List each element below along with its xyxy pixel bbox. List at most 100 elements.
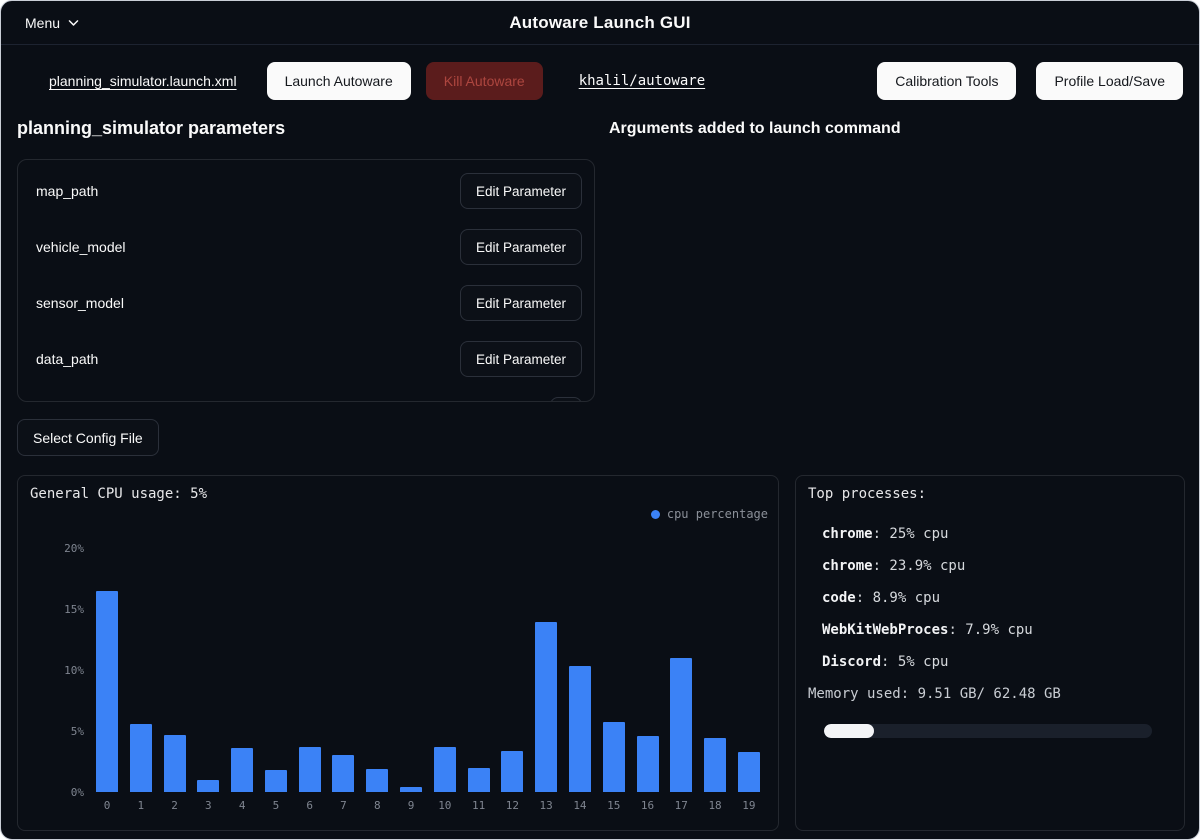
parameter-label: map_path bbox=[36, 183, 98, 199]
cpu-bar-column: 0 bbox=[96, 548, 118, 792]
x-axis-tick-label: 10 bbox=[438, 799, 451, 812]
cpu-bar-column: 17 bbox=[670, 548, 692, 792]
y-axis-tick-label: 5% bbox=[71, 725, 84, 738]
select-config-file-button[interactable]: Select Config File bbox=[17, 419, 159, 456]
kill-autoware-button[interactable]: Kill Autoware bbox=[426, 62, 543, 100]
cpu-bar-column: 11 bbox=[468, 548, 490, 792]
cpu-bar bbox=[468, 768, 490, 792]
cpu-bar-column: 5 bbox=[265, 548, 287, 792]
cpu-bar bbox=[96, 591, 118, 792]
edit-parameter-button[interactable] bbox=[550, 397, 582, 402]
cpu-bar bbox=[704, 738, 726, 792]
x-axis-tick-label: 8 bbox=[374, 799, 381, 812]
process-detail: : 5% cpu bbox=[881, 654, 948, 670]
x-axis-tick-label: 4 bbox=[239, 799, 246, 812]
y-axis-tick-label: 0% bbox=[71, 786, 84, 799]
repo-link[interactable]: khalil/autoware bbox=[579, 73, 705, 89]
parameter-label: data_path bbox=[36, 351, 98, 367]
x-axis-tick-label: 19 bbox=[742, 799, 755, 812]
cpu-usage-card: General CPU usage: 5% cpu percentage 012… bbox=[17, 475, 779, 831]
cpu-bar bbox=[400, 787, 422, 792]
cpu-bar-column: 14 bbox=[569, 548, 591, 792]
cpu-chart-plot: 012345678910111213141516171819 0%5%10%15… bbox=[96, 548, 760, 792]
edit-parameter-button[interactable]: Edit Parameter bbox=[460, 341, 582, 377]
cpu-bar-column: 1 bbox=[130, 548, 152, 792]
process-item: WebKitWebProces: 7.9% cpu bbox=[822, 614, 1172, 646]
arguments-section-title: Arguments added to launch command bbox=[609, 120, 901, 138]
process-detail: : 7.9% cpu bbox=[948, 622, 1032, 638]
profile-load-save-button[interactable]: Profile Load/Save bbox=[1036, 62, 1183, 100]
process-name: WebKitWebProces bbox=[822, 622, 948, 638]
cpu-bar-column: 13 bbox=[535, 548, 557, 792]
cpu-bar-column: 7 bbox=[332, 548, 354, 792]
cpu-bar bbox=[738, 752, 760, 792]
x-axis-tick-label: 5 bbox=[273, 799, 280, 812]
menu-button-label: Menu bbox=[25, 15, 60, 31]
parameters-section-title: planning_simulator parameters bbox=[17, 118, 285, 139]
x-axis-tick-label: 16 bbox=[641, 799, 654, 812]
process-item: chrome: 23.9% cpu bbox=[822, 550, 1172, 582]
header: Autoware Launch GUI Menu bbox=[1, 1, 1199, 45]
cpu-bars: 012345678910111213141516171819 bbox=[96, 548, 760, 792]
edit-parameter-button[interactable]: Edit Parameter bbox=[460, 173, 582, 209]
parameter-row: data_path Edit Parameter bbox=[18, 331, 594, 387]
x-axis-tick-label: 14 bbox=[573, 799, 586, 812]
x-axis-tick-label: 0 bbox=[104, 799, 111, 812]
process-detail: : 23.9% cpu bbox=[873, 558, 966, 574]
cpu-bar bbox=[197, 780, 219, 792]
edit-parameter-button[interactable]: Edit Parameter bbox=[460, 229, 582, 265]
memory-progress-fill bbox=[824, 724, 874, 738]
x-axis-tick-label: 11 bbox=[472, 799, 485, 812]
legend-dot-icon bbox=[651, 510, 660, 519]
chevron-down-icon bbox=[67, 16, 80, 29]
process-item: Discord: 5% cpu bbox=[822, 646, 1172, 678]
parameter-label: vehicle_model bbox=[36, 239, 126, 255]
cpu-bar bbox=[535, 622, 557, 792]
top-processes-card: Top processes: chrome: 25% cpu chrome: 2… bbox=[795, 475, 1185, 831]
menu-button[interactable]: Menu bbox=[25, 15, 80, 31]
cpu-bar-column: 18 bbox=[704, 548, 726, 792]
top-processes-title: Top processes: bbox=[808, 486, 926, 502]
cpu-bar bbox=[501, 751, 523, 792]
edit-parameter-button[interactable]: Edit Parameter bbox=[460, 285, 582, 321]
x-axis-tick-label: 12 bbox=[506, 799, 519, 812]
cpu-bar-column: 9 bbox=[400, 548, 422, 792]
x-axis-tick-label: 6 bbox=[306, 799, 313, 812]
app-title: Autoware Launch GUI bbox=[1, 13, 1199, 33]
legend-label: cpu percentage bbox=[667, 507, 768, 521]
cpu-bar-column: 8 bbox=[366, 548, 388, 792]
x-axis-tick-label: 7 bbox=[340, 799, 347, 812]
cpu-bar bbox=[670, 658, 692, 792]
process-list: chrome: 25% cpu chrome: 23.9% cpu code : … bbox=[822, 518, 1172, 678]
process-detail: : 25% cpu bbox=[873, 526, 949, 542]
cpu-bar-column: 19 bbox=[738, 548, 760, 792]
cpu-bar bbox=[231, 748, 253, 792]
app-window: Autoware Launch GUI Menu planning_simula… bbox=[0, 0, 1200, 840]
cpu-bar bbox=[637, 736, 659, 792]
cpu-bar bbox=[366, 769, 388, 792]
process-name: chrome bbox=[822, 558, 873, 574]
cpu-bar-column: 16 bbox=[637, 548, 659, 792]
process-name: Discord bbox=[822, 654, 881, 670]
toolbar: planning_simulator.launch.xml Launch Aut… bbox=[1, 62, 1199, 100]
launch-autoware-button[interactable]: Launch Autoware bbox=[267, 62, 411, 100]
cpu-bar-column: 2 bbox=[164, 548, 186, 792]
process-name: code bbox=[822, 590, 856, 606]
cpu-bar-column: 12 bbox=[501, 548, 523, 792]
calibration-tools-button[interactable]: Calibration Tools bbox=[877, 62, 1016, 100]
x-axis-tick-label: 9 bbox=[408, 799, 415, 812]
y-axis-tick-label: 20% bbox=[64, 542, 84, 555]
x-axis-tick-label: 13 bbox=[540, 799, 553, 812]
cpu-bar bbox=[130, 724, 152, 792]
y-axis-tick-label: 15% bbox=[64, 603, 84, 616]
parameter-label: sensor_model bbox=[36, 295, 124, 311]
launch-file-link[interactable]: planning_simulator.launch.xml bbox=[49, 73, 237, 89]
x-axis-tick-label: 3 bbox=[205, 799, 212, 812]
cpu-bar-column: 3 bbox=[197, 548, 219, 792]
parameter-row: sensor_model Edit Parameter bbox=[18, 275, 594, 331]
process-name: chrome bbox=[822, 526, 873, 542]
cpu-bar bbox=[332, 755, 354, 792]
cpu-bar bbox=[603, 722, 625, 792]
memory-used-label: Memory used: 9.51 GB/ 62.48 GB bbox=[808, 686, 1061, 702]
cpu-bar-column: 15 bbox=[603, 548, 625, 792]
